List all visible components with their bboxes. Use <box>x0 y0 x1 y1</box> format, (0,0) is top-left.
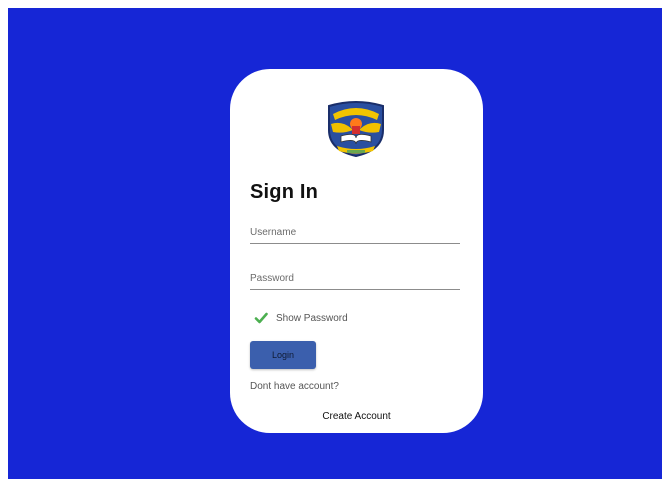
sign-in-card: Sign In Show Password Login Dont have ac… <box>230 69 483 433</box>
page-title: Sign In <box>250 181 319 203</box>
password-field[interactable] <box>250 267 460 290</box>
app-background: Sign In Show Password Login Dont have ac… <box>8 8 662 479</box>
school-crest-logo <box>328 101 384 158</box>
show-password-toggle[interactable]: Show Password <box>254 311 348 325</box>
checkmark-icon[interactable] <box>254 311 268 325</box>
create-account-link[interactable]: Create Account <box>230 411 483 422</box>
no-account-text: Dont have account? <box>250 381 339 392</box>
show-password-label: Show Password <box>276 312 348 324</box>
username-field[interactable] <box>250 221 460 244</box>
login-button[interactable]: Login <box>250 341 316 369</box>
